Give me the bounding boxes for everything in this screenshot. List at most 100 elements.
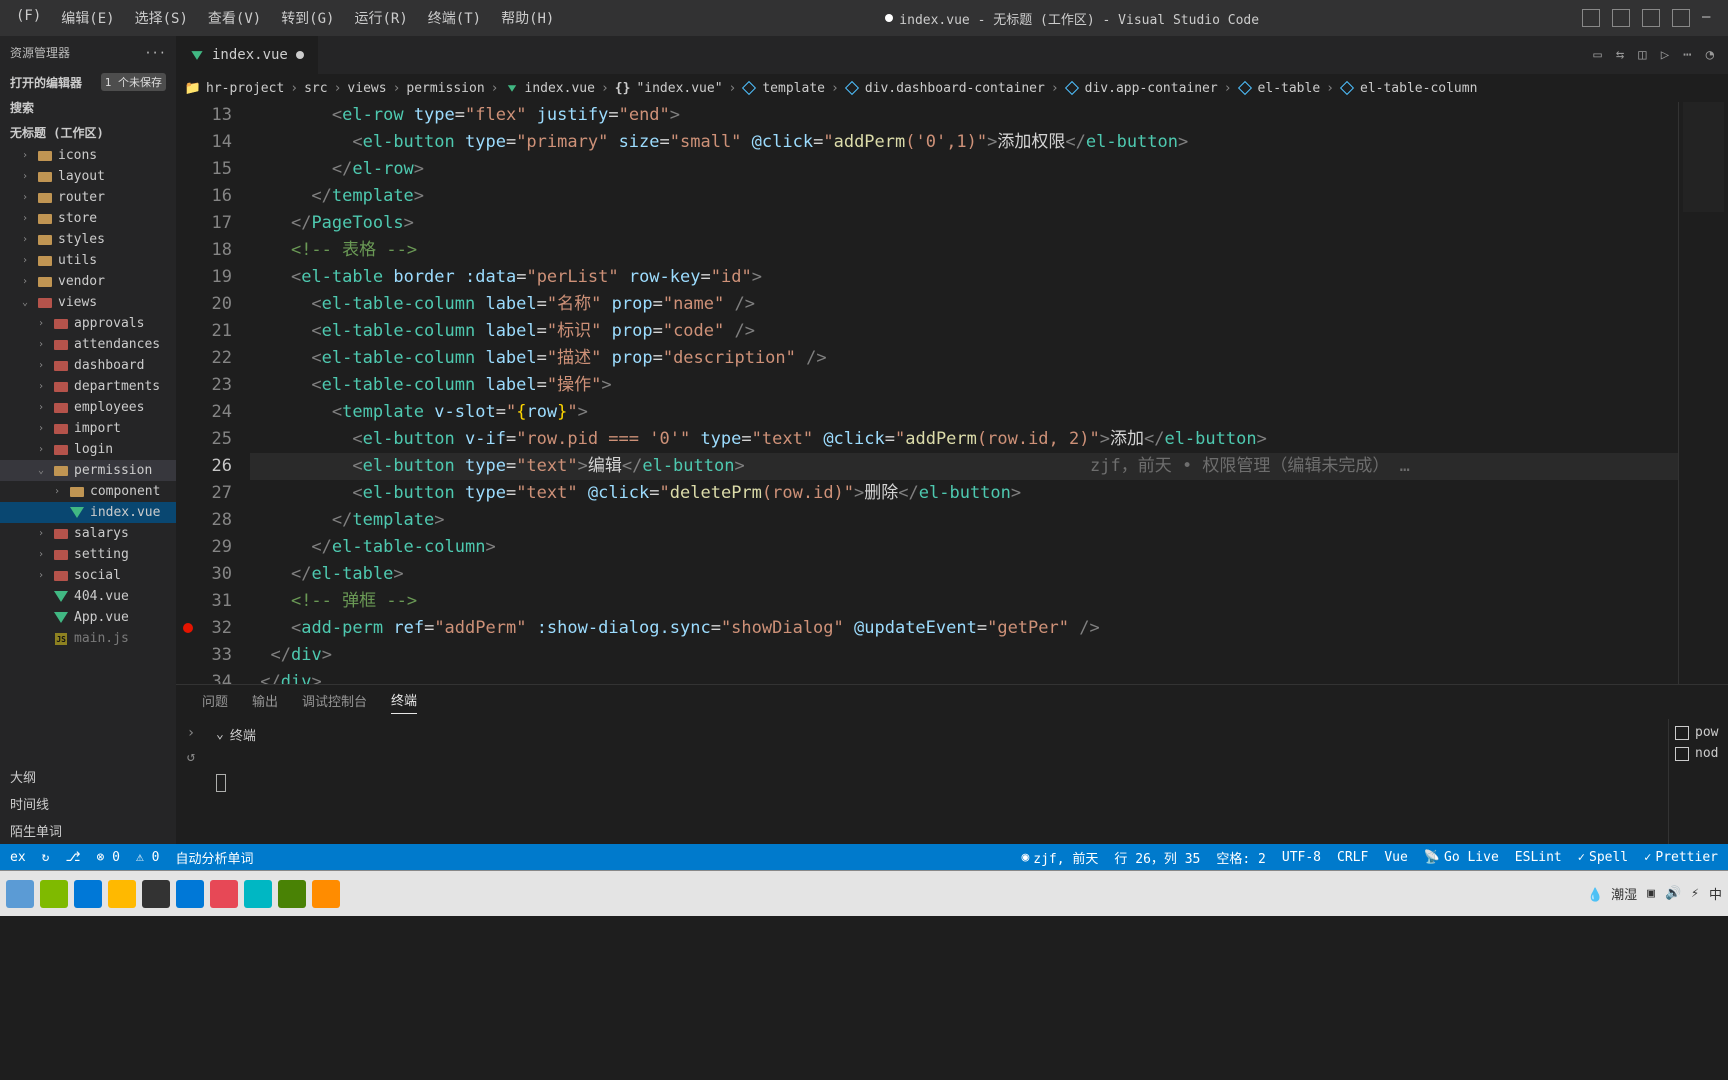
tab-index-vue[interactable]: index.vue: [176, 36, 319, 74]
folder-component[interactable]: ›component: [0, 481, 176, 502]
tray-icon[interactable]: ⚡: [1691, 886, 1699, 901]
folder-views[interactable]: ⌄views: [0, 292, 176, 313]
menu-view[interactable]: 查看(V): [200, 4, 269, 32]
folder-employees[interactable]: ›employees: [0, 397, 176, 418]
tray-icon[interactable]: ▣: [1647, 886, 1655, 901]
menu-go[interactable]: 转到(G): [273, 4, 342, 32]
toggle-sidebar-icon[interactable]: [1582, 9, 1600, 27]
panel-tab-terminal[interactable]: 终端: [391, 690, 417, 714]
panel-tab-problems[interactable]: 问题: [202, 691, 228, 714]
toggle-panel-icon[interactable]: ▭: [1593, 47, 1601, 63]
code-body[interactable]: <el-row type="flex" justify="end"> <el-b…: [250, 102, 1678, 684]
taskbar-app-icon[interactable]: [142, 880, 170, 908]
file-404.vue[interactable]: 404.vue: [0, 586, 176, 607]
cursor-position[interactable]: 行 26，列 35: [1114, 848, 1200, 867]
folder-social[interactable]: ›social: [0, 565, 176, 586]
analysis-label[interactable]: 自动分析单词: [175, 848, 253, 867]
run-icon[interactable]: ▷: [1661, 47, 1669, 63]
terminal-item[interactable]: nod: [1675, 746, 1722, 761]
folder-setting[interactable]: ›setting: [0, 544, 176, 565]
taskbar-app-icon[interactable]: [244, 880, 272, 908]
timeline-section[interactable]: 时间线: [0, 790, 176, 817]
taskbar-app-icon[interactable]: [74, 880, 102, 908]
toggle-secondary-icon[interactable]: [1642, 9, 1660, 27]
breakpoint-gutter[interactable]: [176, 102, 200, 684]
prettier-button[interactable]: Prettier: [1644, 850, 1718, 865]
weather-widget[interactable]: 💧 潮湿: [1587, 884, 1637, 903]
eol-button[interactable]: CRLF: [1337, 850, 1368, 865]
menu-help[interactable]: 帮助(H): [493, 4, 562, 32]
minimap[interactable]: [1678, 102, 1728, 684]
folder-approvals[interactable]: ›approvals: [0, 313, 176, 334]
folder-login[interactable]: ›login: [0, 439, 176, 460]
panel-tab-output[interactable]: 输出: [252, 691, 278, 714]
outline-section[interactable]: 大纲: [0, 763, 176, 790]
search-section[interactable]: 搜索: [0, 95, 176, 120]
golive-button[interactable]: 📡 Go Live: [1424, 850, 1499, 865]
folder-permission[interactable]: ⌄permission: [0, 460, 176, 481]
menu-run[interactable]: 运行(R): [346, 4, 415, 32]
diff-icon[interactable]: ⇆: [1616, 47, 1624, 63]
taskbar-app-icon[interactable]: [278, 880, 306, 908]
minimize-icon[interactable]: —: [1702, 9, 1720, 27]
taskbar-app-icon[interactable]: [40, 880, 68, 908]
terminal-item[interactable]: pow: [1675, 725, 1722, 740]
tray-icon[interactable]: 🔊: [1665, 886, 1681, 901]
cube-icon: [1065, 81, 1079, 95]
folder-utils[interactable]: ›utils: [0, 250, 176, 271]
git-author[interactable]: ◉ zjf, 前天: [1021, 848, 1098, 867]
more-icon[interactable]: ···: [144, 46, 166, 60]
workspace-section[interactable]: 无标题 (工作区): [0, 120, 176, 145]
unsaved-badge: 1 个未保存: [101, 73, 166, 91]
folder-dashboard[interactable]: ›dashboard: [0, 355, 176, 376]
folder-vendor[interactable]: ›vendor: [0, 271, 176, 292]
folder-styles[interactable]: ›styles: [0, 229, 176, 250]
errors-button[interactable]: ⊗ 0: [96, 850, 119, 865]
file-App.vue[interactable]: App.vue: [0, 607, 176, 628]
split-icon[interactable]: ◫: [1638, 47, 1646, 63]
ime-indicator[interactable]: 中: [1709, 884, 1722, 903]
encoding-button[interactable]: UTF-8: [1282, 850, 1321, 865]
taskbar-app-icon[interactable]: [312, 880, 340, 908]
taskbar-app-icon[interactable]: [176, 880, 204, 908]
vue-icon: [191, 51, 202, 60]
chevron-down-icon[interactable]: ⌄: [216, 727, 224, 742]
toggle-panel-icon[interactable]: [1612, 9, 1630, 27]
warnings-button[interactable]: ⚠ 0: [136, 850, 159, 865]
branch-button[interactable]: ⎇: [65, 850, 80, 865]
cube-icon: [845, 81, 859, 95]
menu-terminal[interactable]: 终端(T): [420, 4, 489, 32]
panel-tab-debug[interactable]: 调试控制台: [302, 691, 367, 714]
history-icon[interactable]: ↺: [187, 749, 195, 765]
breadcrumb[interactable]: 📁hr-project› src› views› permission› ind…: [176, 74, 1728, 102]
language-button[interactable]: Vue: [1384, 850, 1407, 865]
folder-import[interactable]: ›import: [0, 418, 176, 439]
folder-layout[interactable]: ›layout: [0, 166, 176, 187]
chevron-right-icon[interactable]: ›: [187, 725, 195, 741]
indent-button[interactable]: 空格: 2: [1216, 848, 1265, 867]
folder-icons[interactable]: ›icons: [0, 145, 176, 166]
spell-button[interactable]: Spell: [1578, 850, 1628, 865]
file-main.js[interactable]: JSmain.js: [0, 628, 176, 649]
more-icon[interactable]: ⋯: [1683, 47, 1691, 63]
remote-button[interactable]: ex: [10, 850, 26, 865]
share-icon[interactable]: ◔: [1706, 47, 1714, 63]
open-editors-section[interactable]: 打开的编辑器 1 个未保存: [0, 69, 176, 95]
folder-departments[interactable]: ›departments: [0, 376, 176, 397]
taskbar-app-icon[interactable]: [210, 880, 238, 908]
words-section[interactable]: 陌生单词: [0, 817, 176, 844]
folder-store[interactable]: ›store: [0, 208, 176, 229]
folder-attendances[interactable]: ›attendances: [0, 334, 176, 355]
customize-layout-icon[interactable]: [1672, 9, 1690, 27]
folder-salarys[interactable]: ›salarys: [0, 523, 176, 544]
sync-button[interactable]: ↻: [42, 850, 50, 865]
taskbar-app-icon[interactable]: [108, 880, 136, 908]
code-editor[interactable]: 1314151617181920212223242526272829303132…: [176, 102, 1728, 684]
folder-router[interactable]: ›router: [0, 187, 176, 208]
file-index.vue[interactable]: index.vue: [0, 502, 176, 523]
taskbar-app-icon[interactable]: [6, 880, 34, 908]
menu-file[interactable]: (F): [8, 4, 49, 32]
menu-select[interactable]: 选择(S): [127, 4, 196, 32]
eslint-button[interactable]: ESLint: [1515, 850, 1562, 865]
menu-edit[interactable]: 编辑(E): [53, 4, 122, 32]
